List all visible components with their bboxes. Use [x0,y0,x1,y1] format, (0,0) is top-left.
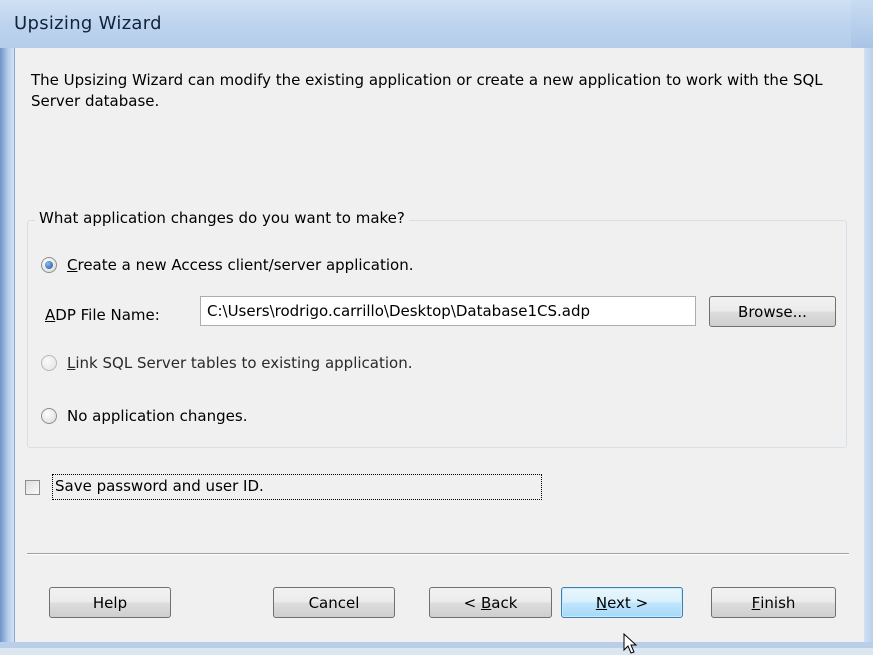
radio-link-tables[interactable] [41,355,57,371]
next-button[interactable]: Next > [561,587,683,618]
save-password-label: Save password and user ID. [52,474,542,500]
save-password-option[interactable]: Save password and user ID. [25,474,542,500]
window-frame-left [0,48,14,648]
option-no-changes[interactable]: No application changes. [41,407,247,425]
option-link-tables-label: Link SQL Server tables to existing appli… [67,354,413,372]
window-frame-bottom [0,642,873,648]
help-button[interactable]: Help [49,587,171,618]
window-frame-right [863,48,873,648]
save-password-checkbox[interactable] [25,479,40,495]
option-no-changes-label: No application changes. [67,407,248,425]
intro-text: The Upsizing Wizard can modify the exist… [31,71,823,110]
option-create-new-app-label: Create a new Access client/server applic… [67,256,414,274]
finish-button[interactable]: Finish [711,587,836,618]
adp-file-name-label: ADP File Name: [45,306,160,324]
back-button[interactable]: < Back [429,587,552,618]
cancel-button[interactable]: Cancel [273,587,395,618]
browse-button[interactable]: Browse... [709,296,836,327]
dialog-body: The Upsizing Wizard can modify the exist… [14,48,864,654]
option-create-new-app[interactable]: Create a new Access client/server applic… [41,256,413,274]
radio-no-changes[interactable] [41,408,57,424]
radio-create-new-app[interactable] [41,257,57,273]
option-link-tables[interactable]: Link SQL Server tables to existing appli… [41,354,412,372]
mouse-pointer-icon [623,633,638,654]
adp-file-name-input[interactable] [200,296,696,326]
title-bar[interactable]: Upsizing Wizard [0,0,873,48]
button-separator [27,553,849,555]
window-title: Upsizing Wizard [14,13,162,34]
title-bar-edge [851,0,873,48]
group-legend: What application changes do you want to … [35,209,409,227]
